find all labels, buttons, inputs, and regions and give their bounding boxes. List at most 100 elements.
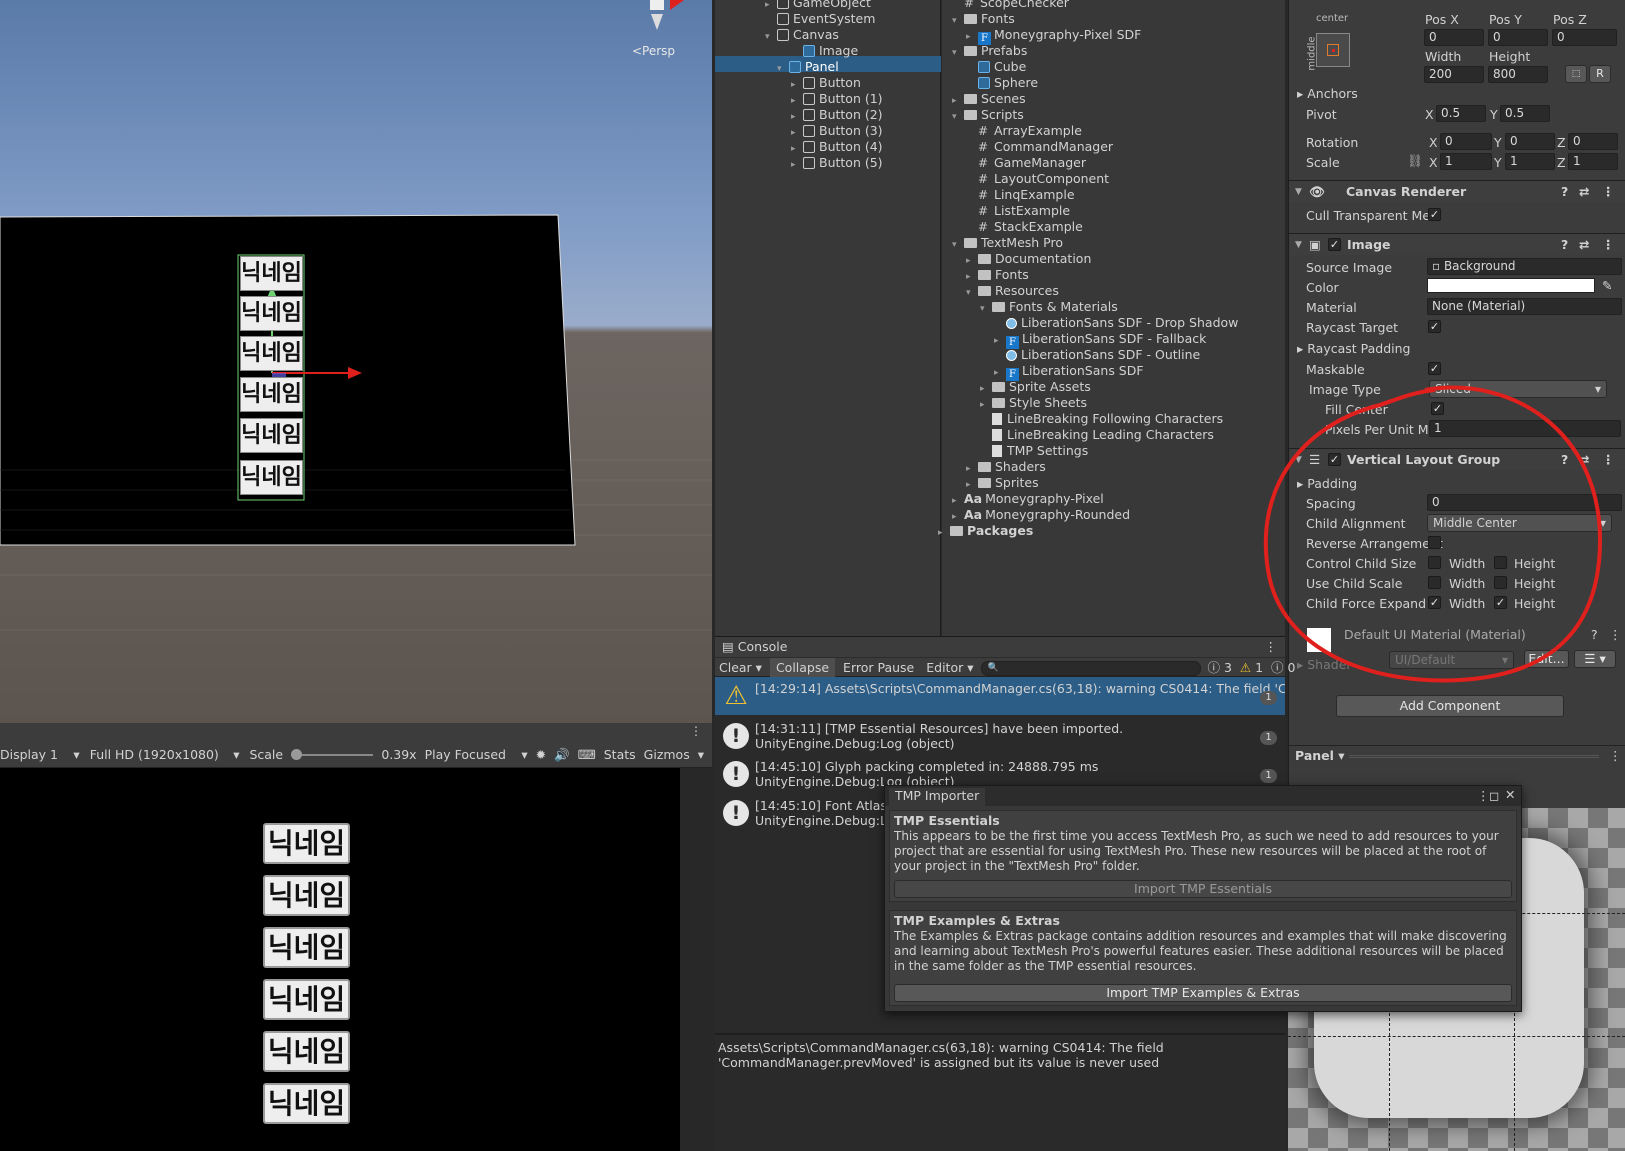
collapse-button[interactable]: Collapse [769,658,836,677]
width-field[interactable]: 200 [1424,66,1484,83]
canvas-renderer-header[interactable]: ▼ 👁 Canvas Renderer ? ⇄ ⋮ [1289,180,1625,202]
scale-y-field[interactable]: 1 [1505,153,1555,170]
scene-nickname-button[interactable]: 닉네임 [240,377,303,412]
error-pause-button[interactable]: Error Pause [839,660,918,675]
cull-checkbox[interactable]: ✓ [1428,208,1441,221]
hierarchy-item[interactable]: Image [791,43,858,59]
foldout-icon[interactable]: ▸ [994,333,1006,349]
help-icon[interactable]: ? [1561,234,1568,256]
project-item[interactable]: LiberationSans SDF - Outline [1006,347,1200,363]
height-field[interactable]: 800 [1488,66,1548,83]
project-item[interactable]: # ArrayExample [978,123,1082,139]
pos-y-field[interactable]: 0 [1488,29,1548,46]
presets-icon[interactable]: ⇄ [1579,234,1589,256]
foldout-icon[interactable]: ▾ [980,301,992,317]
scene-nickname-button[interactable]: 닉네임 [240,460,303,495]
game-nickname-button[interactable]: 닉네임 [263,1031,350,1072]
foldout-icon[interactable]: ▾ [952,237,964,253]
constrain-link-icon[interactable]: ⛓ [1407,153,1423,169]
game-nickname-button[interactable]: 닉네임 [263,927,350,968]
add-component-button[interactable]: Add Component [1336,695,1564,717]
menu-icon[interactable]: ⋮ [1602,181,1615,203]
console-tab[interactable]: ▤ Console ⋮ [715,637,1285,657]
project-item[interactable]: Sphere [978,75,1038,91]
scene-nickname-button[interactable]: 닉네임 [240,336,303,371]
clear-button[interactable]: Clear ▾ [715,660,766,675]
rot-z-field[interactable]: 0 [1568,133,1618,150]
project-item[interactable]: # LayoutComponent [978,171,1109,187]
hierarchy-item[interactable]: ▸ Button (3) [791,123,883,139]
persp-label[interactable]: <Persp [632,44,675,58]
menu-icon[interactable]: ⋮ [1477,788,1490,803]
project-item[interactable]: ▸ Documentation [966,251,1091,267]
scale-x-field[interactable]: 1 [1440,153,1492,170]
hierarchy-item[interactable]: ▸ Button (5) [791,155,883,171]
project-item[interactable]: Cube [978,59,1026,75]
project-item[interactable]: ▸ Fonts [966,267,1029,283]
project-item[interactable]: # LinqExample [978,187,1075,203]
blueprint-button[interactable]: ⬚ [1565,65,1587,83]
import-essentials-button[interactable]: Import TMP Essentials [894,880,1512,898]
anchors-foldout[interactable]: ▸ Anchors [1297,86,1358,101]
game-nickname-button[interactable]: 닉네임 [263,1083,350,1124]
project-item[interactable]: # ScopeChecker [964,0,1069,11]
gizmos-button[interactable]: Gizmos [644,747,690,762]
project-item[interactable]: ▾ Prefabs [952,43,1027,59]
image-header[interactable]: ▼ ▣ ✓ Image ? ⇄ ⋮ [1289,233,1625,255]
foldout-icon[interactable]: ▾ [952,109,964,125]
resolution-dropdown[interactable]: Full HD (1920x1080) [90,747,226,762]
hierarchy-item[interactable]: ▸ GameObject [765,0,871,11]
hierarchy-item[interactable]: ▸ Button (4) [791,139,883,155]
project-item[interactable]: ▾ Fonts [952,11,1015,27]
foldout-icon[interactable]: ▸ [938,525,950,541]
eyedropper-icon[interactable]: ✎ [1602,278,1612,293]
source-image-field[interactable]: ▫ Background [1427,258,1622,275]
hierarchy-item[interactable]: ▸ Button (1) [791,91,883,107]
project-item[interactable]: # StackExample [978,219,1083,235]
project-item[interactable]: ▸ Sprite Assets [980,379,1091,395]
game-view[interactable]: 닉네임 닉네임 닉네임 닉네임 닉네임 닉네임 [0,768,680,1151]
project-item[interactable]: # CommandManager [978,139,1113,155]
foldout-icon[interactable]: ▾ [952,13,964,29]
presets-icon[interactable]: ⇄ [1579,181,1589,203]
project-item[interactable]: ▸ Sprites [966,475,1039,491]
drag-handle[interactable] [1349,755,1599,758]
pivot-y-field[interactable]: 0.5 [1500,105,1550,122]
project-item[interactable]: ▸ Aa Moneygraphy-Pixel [952,491,1104,507]
anchor-preset-button[interactable] [1316,33,1350,67]
display-dropdown[interactable]: Display 1 [0,747,65,762]
image-enabled-checkbox[interactable]: ✓ [1328,238,1341,251]
raycast-padding-foldout[interactable]: ▸ Raycast Padding [1297,341,1410,356]
rot-y-field[interactable]: 0 [1505,133,1555,150]
pos-x-field[interactable]: 0 [1424,29,1484,46]
scene-nickname-button[interactable]: 닉네임 [240,256,303,291]
material-field[interactable]: None (Material) [1427,298,1622,315]
foldout-icon[interactable]: ▾ [765,29,777,45]
audio-icon[interactable]: 🔊 [554,747,570,763]
project-item[interactable]: ▸ F LiberationSans SDF [994,363,1144,381]
project-item[interactable]: ▸ Packages [938,523,1033,539]
preview-header[interactable]: Panel ▾ ⋮ [1289,745,1625,765]
menu-icon[interactable]: ⋮ [1609,748,1622,763]
log-filter-toggle[interactable]: ⓘ 3 [1205,660,1233,675]
import-examples-button[interactable]: Import TMP Examples & Extras [894,984,1512,1002]
pos-z-field[interactable]: 0 [1552,29,1617,46]
foldout-icon[interactable]: ▾ [966,285,978,301]
game-nickname-button[interactable]: 닉네임 [263,823,350,864]
scene-nickname-button[interactable]: 닉네임 [240,418,303,453]
hierarchy-item[interactable]: ▾ Panel [777,59,839,75]
project-item[interactable]: TMP Settings [992,443,1088,459]
hierarchy-item[interactable]: ▾ Canvas [765,27,839,43]
more-icon[interactable]: ⋮ [690,724,702,738]
project-item[interactable]: LineBreaking Following Characters [992,411,1223,427]
foldout-icon[interactable]: ▾ [777,61,789,77]
scale-slider[interactable] [291,748,374,760]
dialog-titlebar[interactable]: TMP Importer ⋮ ◻ ✕ [885,786,1521,806]
console-log-entry[interactable]: ⚠ [14:29:14] Assets\Scripts\CommandManage… [715,677,1285,715]
menu-icon[interactable]: ⋮ [1602,234,1615,256]
raw-edit-button[interactable]: R [1589,65,1611,83]
maximize-icon[interactable]: ◻ [1489,788,1499,803]
help-icon[interactable]: ? [1561,181,1568,203]
bug-icon[interactable]: ✹ [536,747,546,762]
editor-dropdown[interactable]: Editor ▾ [922,660,977,675]
